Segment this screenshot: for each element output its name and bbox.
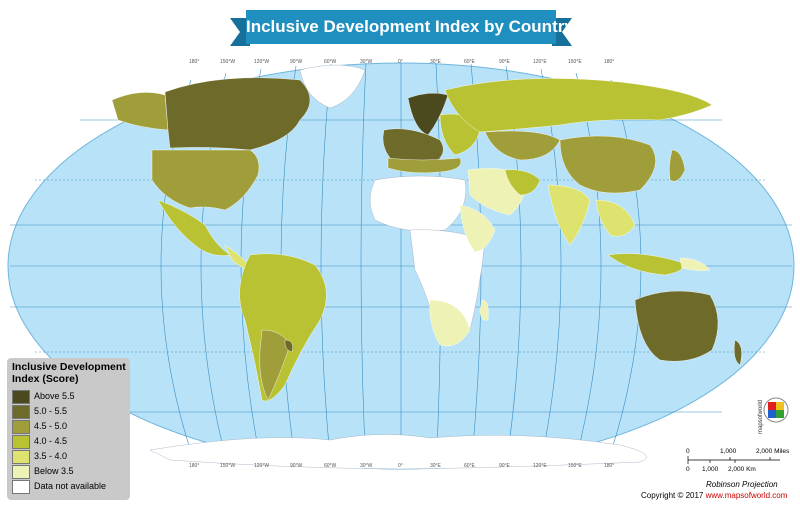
lon-label: 120°E — [533, 463, 547, 469]
lon-label: 30°E — [430, 463, 441, 469]
scale-km-2: 2,000 Km — [728, 466, 756, 473]
lon-label: 60°E — [464, 463, 475, 469]
lon-label: 90°E — [499, 463, 510, 469]
scale-miles-0: 0 — [686, 448, 690, 455]
projection-label: Robinson Projection — [706, 480, 778, 489]
legend-label: 5.0 - 5.5 — [34, 406, 68, 416]
lon-label: 120°E — [533, 59, 547, 65]
map-title: Inclusive Development Index by Country — [246, 17, 574, 36]
scale-km-0: 0 — [686, 466, 690, 473]
logo-text: mapsofworld — [758, 399, 764, 434]
legend-label: 3.5 - 4.0 — [34, 451, 68, 461]
legend-swatch — [12, 390, 30, 404]
globe-icon — [763, 397, 789, 423]
lon-label: 120°W — [254, 59, 270, 65]
lon-label: 60°E — [464, 59, 475, 65]
scale-km-1: 1,000 — [702, 466, 719, 473]
map-legend: Inclusive Development Index (Score) Abov… — [7, 358, 130, 500]
legend-label: Below 3.5 — [34, 466, 74, 476]
lon-label: 150°W — [220, 59, 236, 65]
lon-label: 60°W — [324, 463, 337, 469]
scale-miles-2: 2,000 Miles — [756, 448, 790, 455]
legend-label: Data not available — [34, 481, 107, 491]
lon-label: 120°W — [254, 463, 270, 469]
lon-label: 90°E — [499, 59, 510, 65]
legend-label: 4.0 - 4.5 — [34, 436, 68, 446]
lon-label: 30°W — [360, 463, 373, 469]
lon-label: 60°W — [324, 59, 337, 65]
legend-swatch — [12, 480, 30, 494]
legend-swatch — [12, 420, 30, 434]
scale-bar: 0 1,000 2,000 Miles 0 1,000 2,000 Km — [680, 448, 790, 476]
legend-swatch — [12, 405, 30, 419]
lon-label: 90°W — [290, 463, 303, 469]
legend-label: 4.5 - 5.0 — [34, 421, 68, 431]
lon-label: 0° — [398, 59, 403, 65]
copyright: Copyright © 2017 www.mapsofworld.com — [641, 491, 787, 500]
southern-europe — [387, 157, 461, 174]
lon-label: 30°E — [430, 59, 441, 65]
lon-label: 150°W — [220, 463, 236, 469]
legend-label: Above 5.5 — [34, 391, 75, 401]
legend-swatch — [12, 435, 30, 449]
scale-miles-1: 1,000 — [720, 448, 737, 455]
lon-label: 180° — [189, 463, 200, 469]
lon-label: 180° — [604, 59, 615, 65]
title-banner: Inclusive Development Index by Country — [230, 10, 574, 46]
lon-label: 0° — [398, 463, 403, 469]
legend-swatch — [12, 465, 30, 479]
lon-label: 30°W — [360, 59, 373, 65]
legend-swatch — [12, 450, 30, 464]
copyright-brand[interactable]: www.mapsofworld.com — [706, 491, 788, 500]
lon-label: 90°W — [290, 59, 303, 65]
africa-north — [369, 175, 466, 232]
lon-label: 180° — [189, 59, 200, 65]
mapsofworld-logo: mapsofworld — [750, 390, 792, 438]
legend-title: Inclusive Development Index (Score) — [12, 361, 126, 385]
lon-label: 150°E — [568, 463, 582, 469]
lon-label: 180° — [604, 463, 615, 469]
copyright-prefix: Copyright © 2017 — [641, 491, 706, 500]
lon-label: 150°E — [568, 59, 582, 65]
